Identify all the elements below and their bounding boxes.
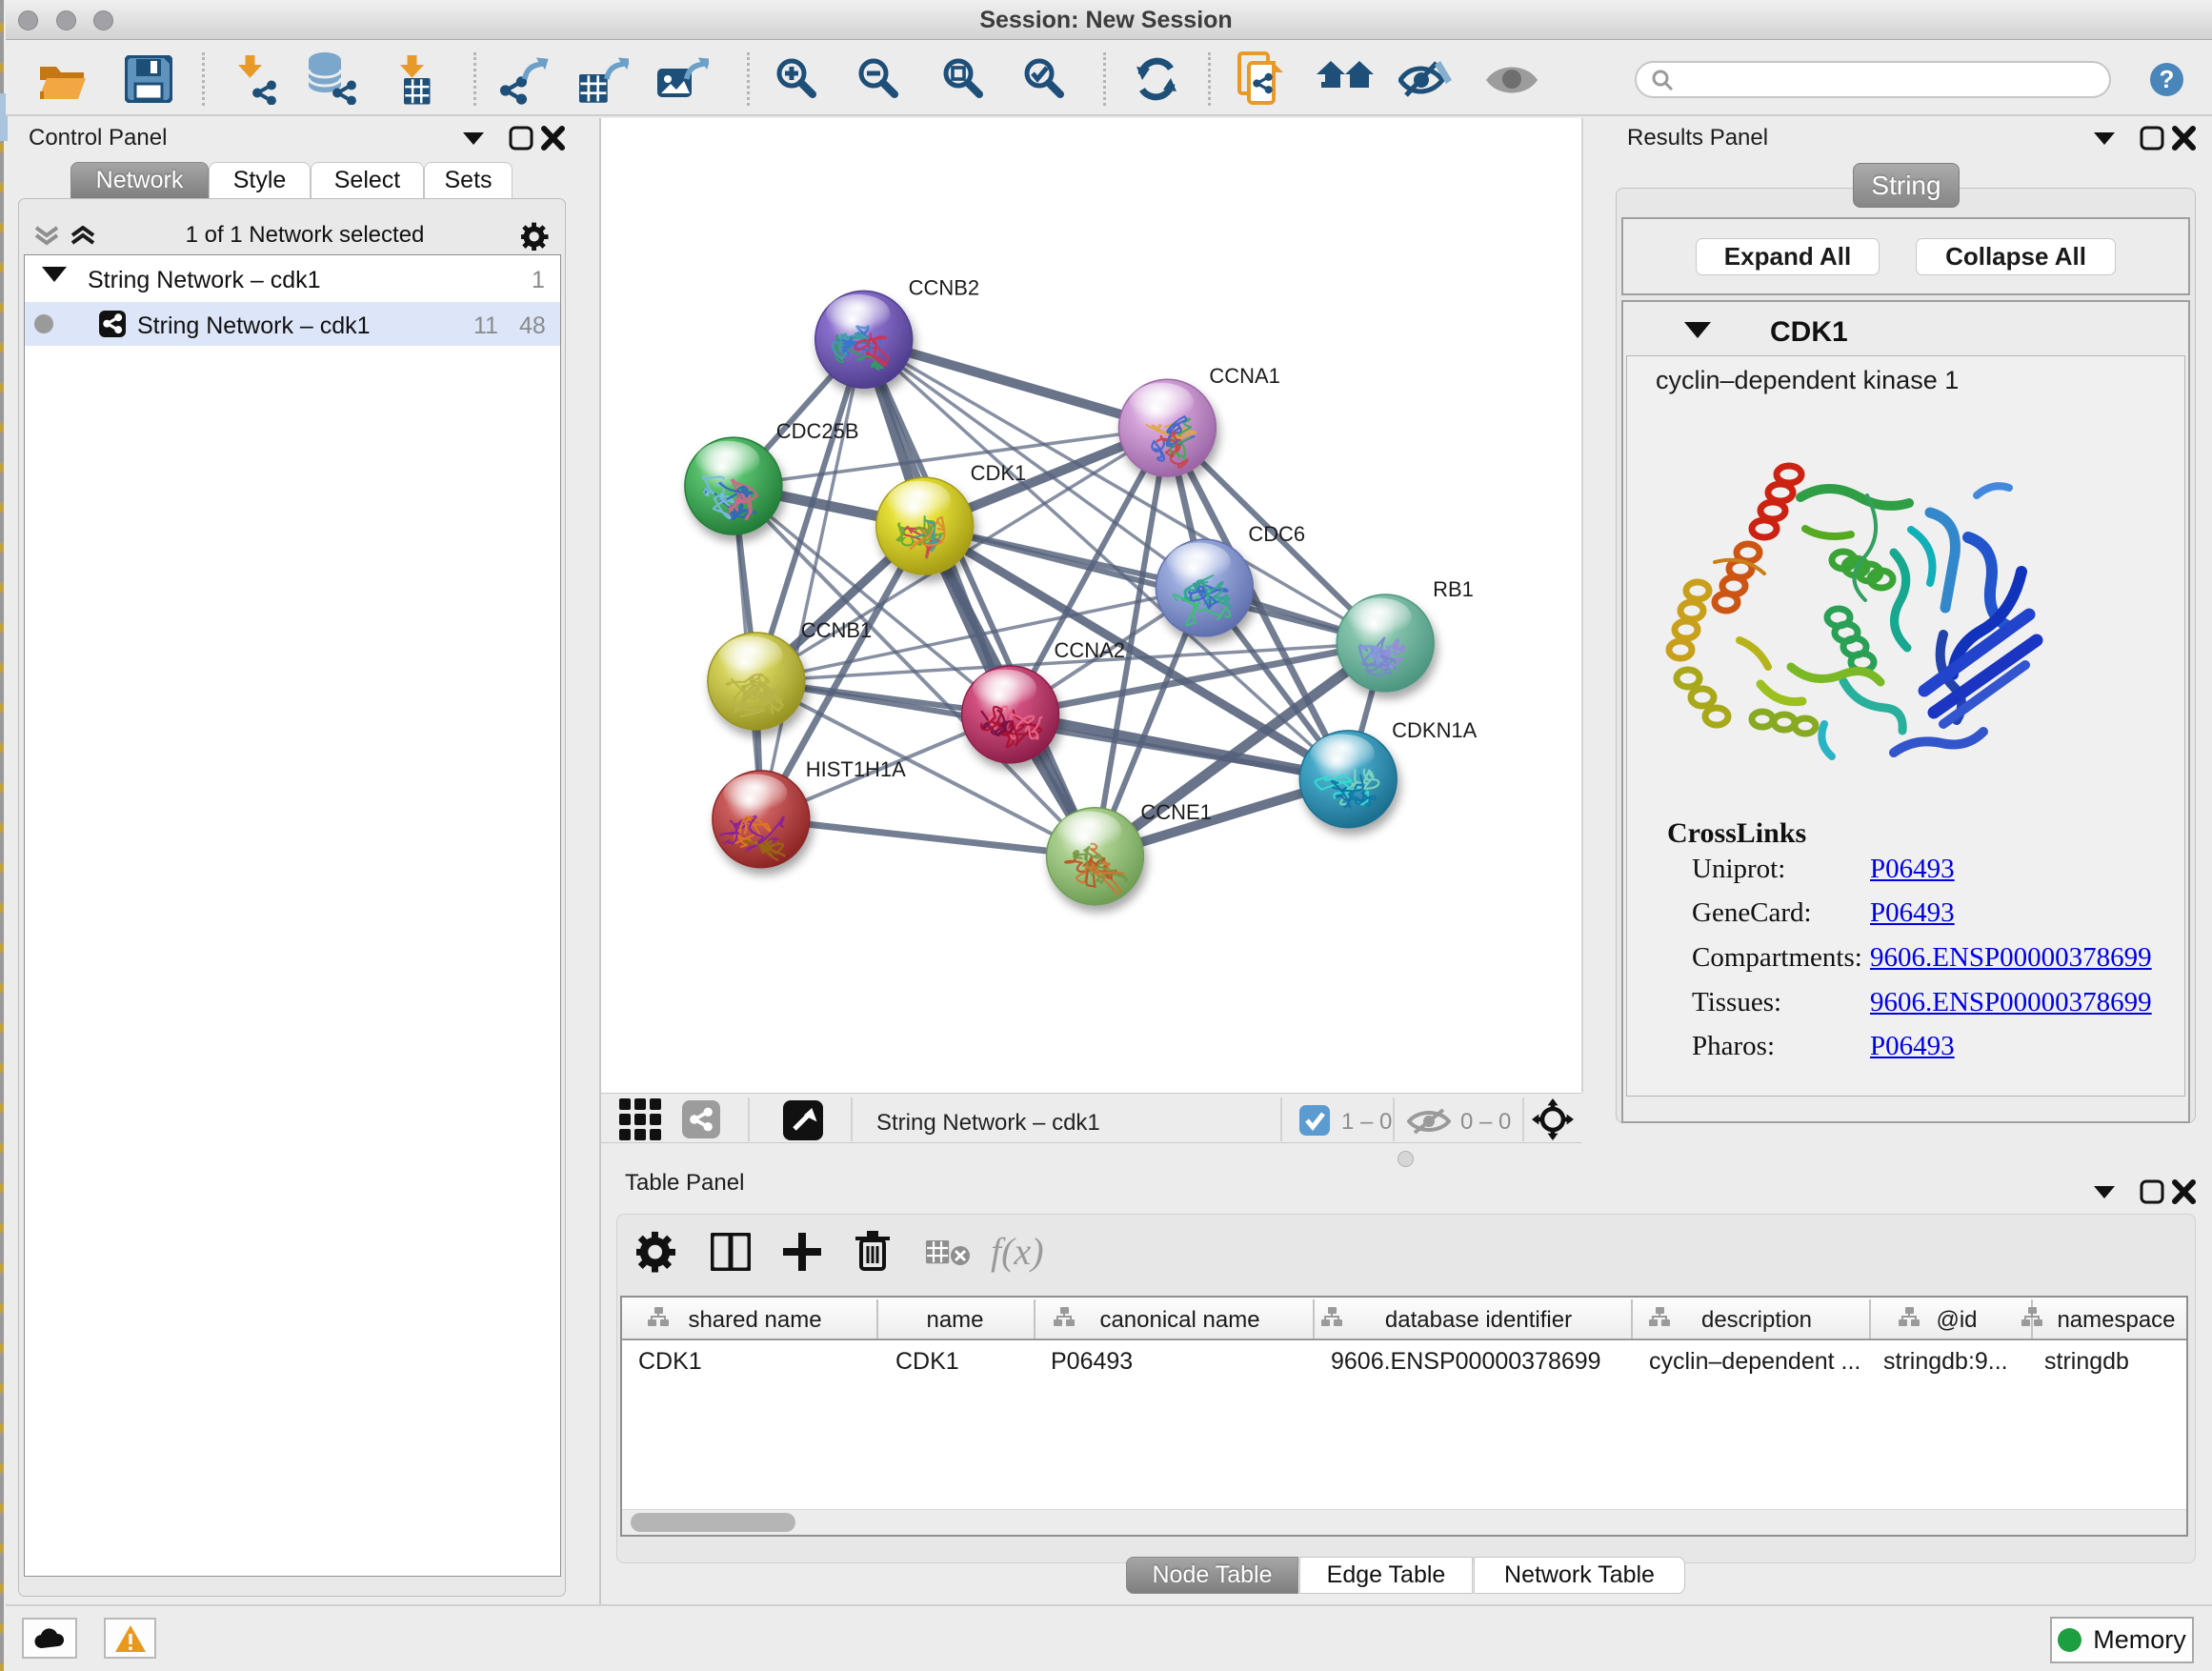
svg-text:CCNB2: CCNB2 (909, 275, 979, 299)
svg-text:CDKN1A: CDKN1A (1392, 718, 1477, 742)
svg-text:CCNA2: CCNA2 (1055, 638, 1125, 662)
svg-text:CDC6: CDC6 (1248, 522, 1305, 546)
svg-text:CDC25B: CDC25B (776, 419, 859, 443)
svg-text:RB1: RB1 (1433, 577, 1474, 601)
svg-text:CDK1: CDK1 (971, 461, 1027, 485)
svg-text:HIST1H1A: HIST1H1A (806, 757, 906, 781)
svg-text:CCNB1: CCNB1 (801, 618, 872, 642)
svg-text:CCNA1: CCNA1 (1209, 364, 1279, 388)
svg-text:CCNE1: CCNE1 (1140, 800, 1211, 824)
